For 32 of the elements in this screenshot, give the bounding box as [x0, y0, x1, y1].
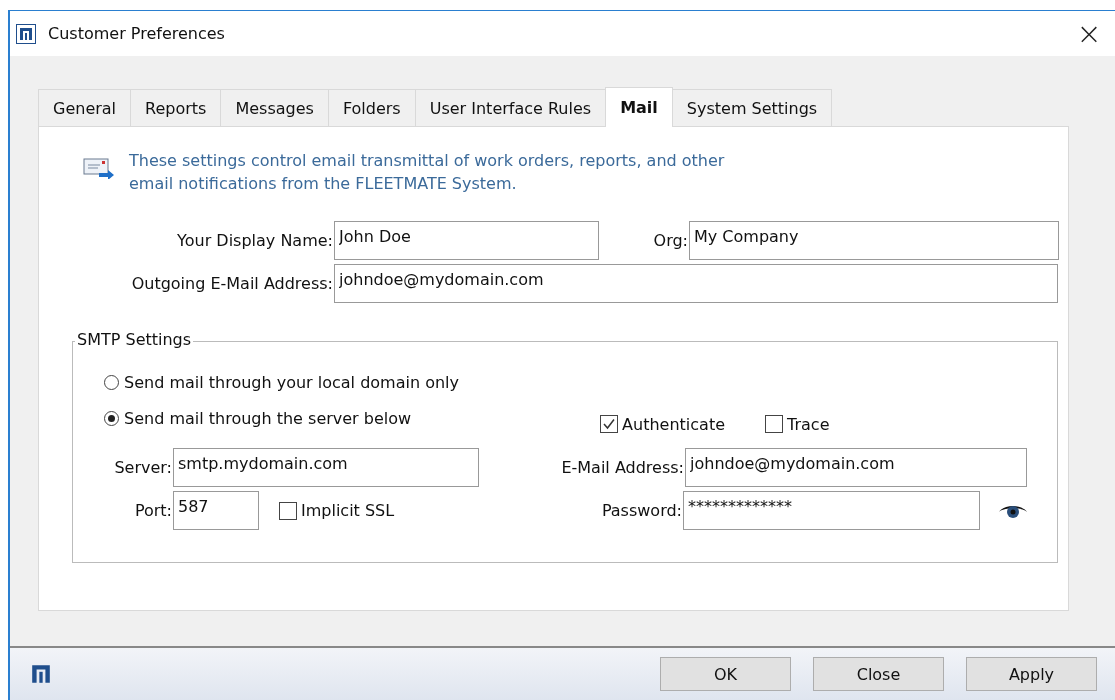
port-field[interactable]: 587 [173, 491, 259, 530]
window-title: Customer Preferences [48, 24, 225, 43]
tab[interactable]: General [38, 89, 132, 126]
field-label: Password: [600, 501, 682, 520]
display-name-field[interactable]: John Doe [334, 221, 599, 260]
server-field[interactable]: smtp.mydomain.com [173, 448, 479, 487]
radio-option[interactable]: Send mail through the server below [104, 408, 412, 428]
field-label: Port: [133, 501, 172, 520]
field-label: E-Mail Address: [560, 458, 684, 477]
authenticate-checkbox[interactable]: Authenticate [600, 414, 726, 434]
app-logo-icon [16, 23, 36, 44]
field-label: Org: [652, 231, 688, 250]
password-field[interactable]: ************* [683, 491, 980, 530]
group-title: SMTP Settings [75, 330, 194, 349]
tab[interactable]: Mail [605, 87, 673, 127]
close-button[interactable]: × [1067, 16, 1111, 51]
dialog-button[interactable]: Close [813, 657, 944, 691]
smtp-email-field[interactable]: johndoe@mydomain.com [685, 448, 1027, 487]
app-logo-icon [30, 663, 52, 685]
dialog-button[interactable]: Apply [966, 657, 1097, 691]
field-label: Your Display Name: [176, 231, 333, 250]
info-text: These settings control email transmittal of work orders, reports, and other email notifications from the FLEETMATE System. [129, 150, 726, 195]
field-label: Server: [113, 458, 172, 477]
email-address-field[interactable]: johndoe@mydomain.com [334, 264, 1058, 303]
trace-checkbox[interactable]: Trace [765, 414, 830, 434]
dialog-button[interactable]: OK [660, 657, 791, 691]
tab[interactable]: System Settings [671, 89, 833, 126]
org-field[interactable]: My Company [689, 221, 1059, 260]
envelope-arrow-icon [83, 157, 115, 179]
implicit-ssl-checkbox[interactable]: Implicit SSL [279, 501, 399, 520]
radio-option[interactable]: Send mail through your local domain only [104, 372, 459, 392]
field-label: Outgoing E-Mail Address: [130, 274, 333, 293]
